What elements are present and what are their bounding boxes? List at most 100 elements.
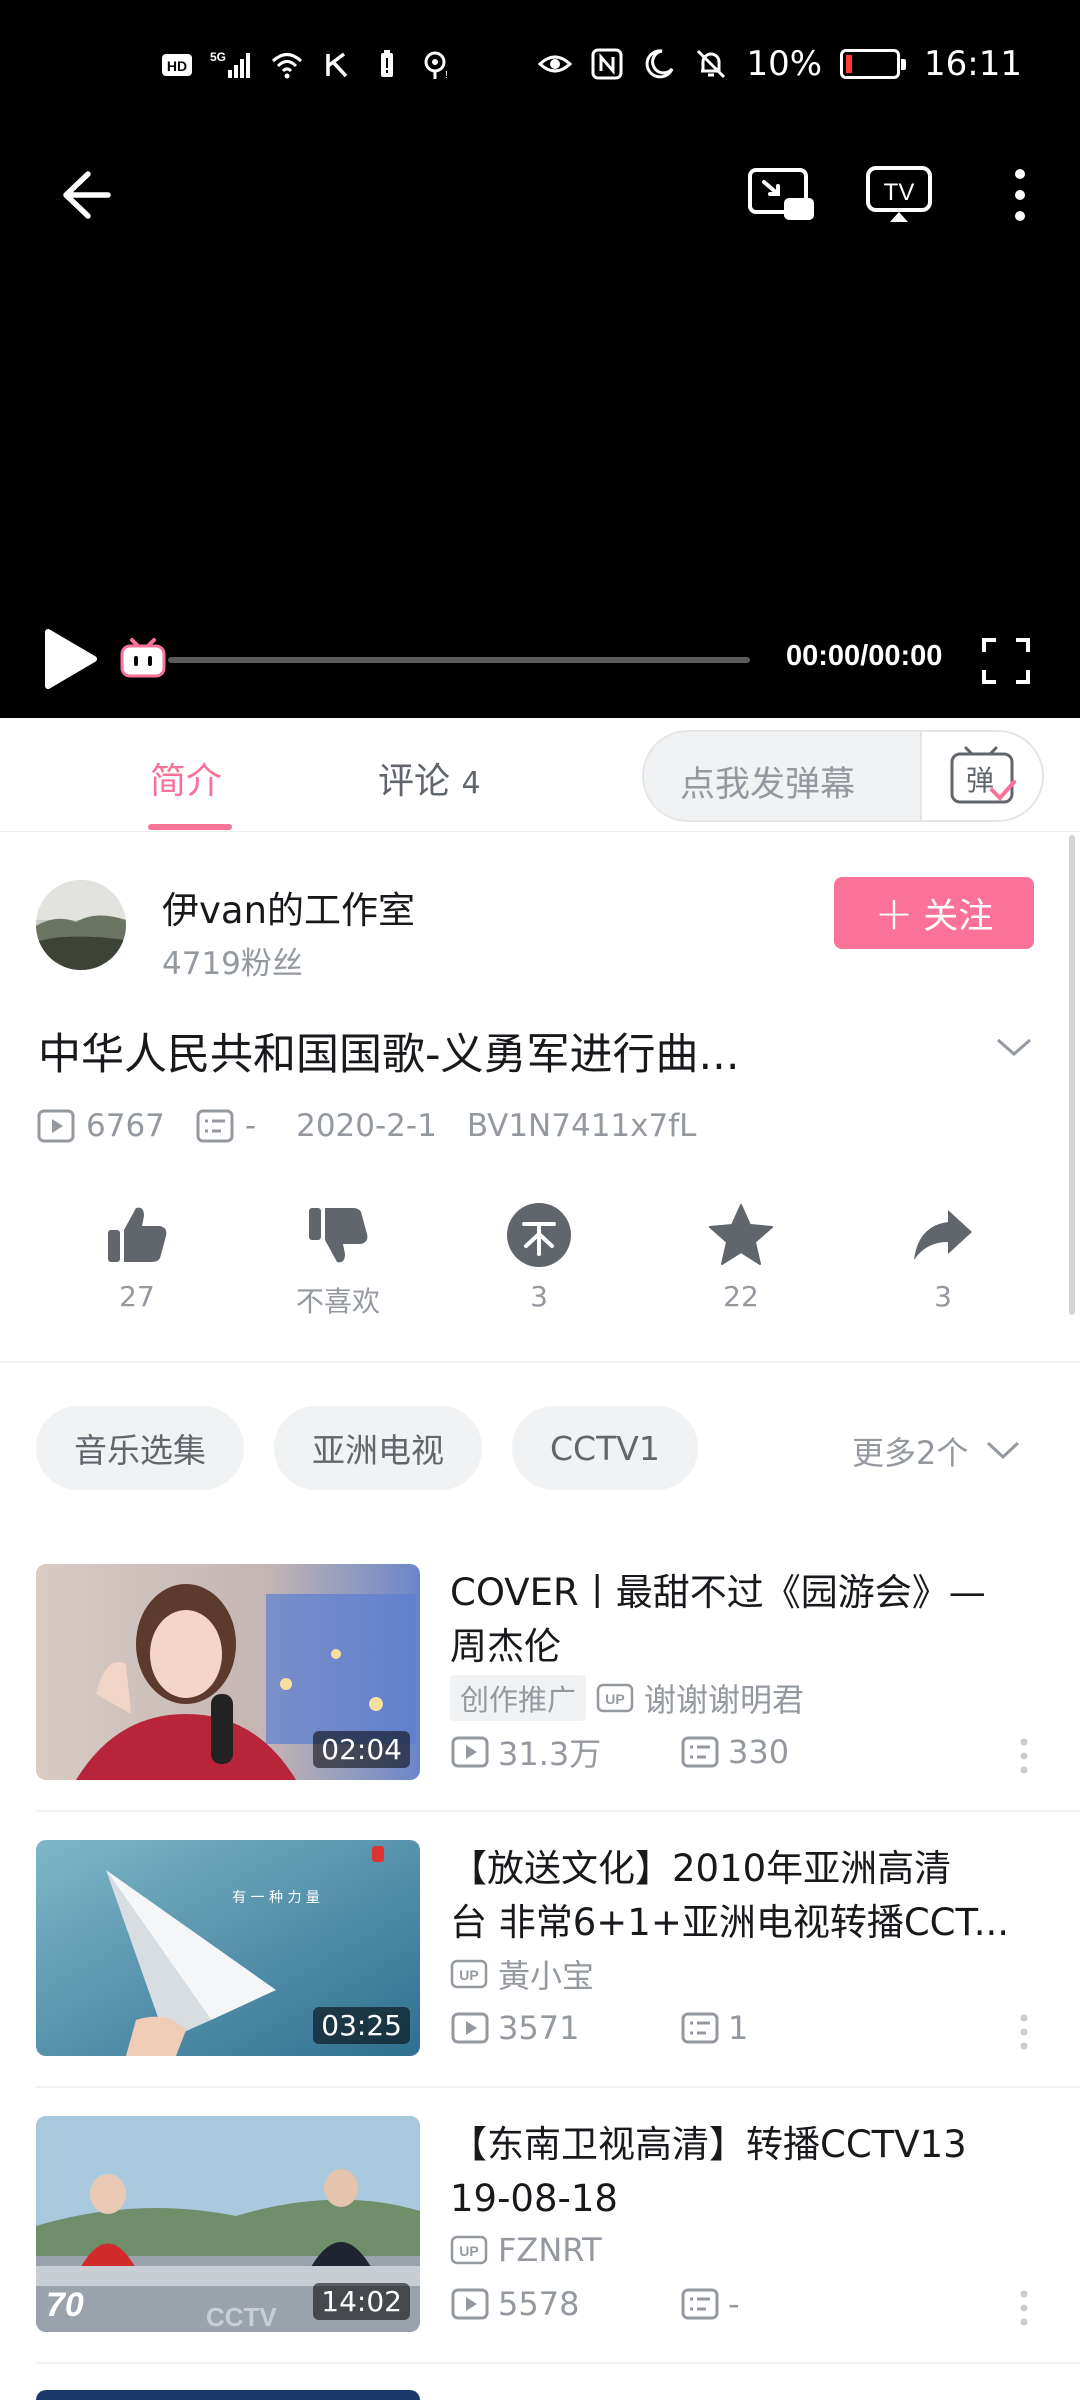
video-duration: 14:02 <box>313 2283 410 2320</box>
thumbs-down-icon <box>309 1208 368 1263</box>
tv-cast-icon[interactable]: TV <box>864 164 934 226</box>
tab-comments[interactable]: 评论 4 <box>378 752 481 804</box>
svg-text:5G: 5G <box>210 50 226 64</box>
danmaku-count-icon <box>681 2012 719 2044</box>
recommended-video-title[interactable]: COVER丨最甜不过《园游会》— 周杰伦 <box>450 1566 1040 1674</box>
uploader-name[interactable]: 谢谢谢明君 <box>644 1675 804 1721</box>
svg-text:UP: UP <box>605 1691 624 1707</box>
action-bar: 27 不喜欢 3 22 3 <box>0 1200 1080 1330</box>
fullscreen-icon[interactable] <box>980 636 1032 686</box>
recommended-video[interactable]: 70 CCTV 14:02 【东南卫视高清】转播CCTV13 19-08-18 … <box>36 2116 1044 2332</box>
danmaku-count: 1 <box>728 2009 749 2047</box>
danmaku-toggle-button[interactable]: 弹 <box>920 732 1042 820</box>
video-thumbnail[interactable]: 70 CCTV 14:02 <box>36 2116 420 2332</box>
coin-button[interactable]: 3 <box>469 1200 609 1313</box>
recommended-video-title[interactable]: 【东南卫视高清】转播CCTV13 19-08-18 <box>450 2118 1040 2226</box>
clock: 16:11 <box>924 44 1022 84</box>
favorite-button[interactable]: 22 <box>671 1200 811 1313</box>
danmaku-count-icon <box>196 1109 234 1143</box>
tab-comments-label: 评论 <box>378 761 451 802</box>
video-stats: 31.3万 330 <box>450 1728 789 1776</box>
danmaku-count-icon <box>681 2288 719 2320</box>
divider <box>36 2362 1080 2364</box>
danmaku-count: 330 <box>728 1733 790 1771</box>
recommended-video[interactable]: 02:04 COVER丨最甜不过《园游会》— 周杰伦 创作推广 UP 谢谢谢明君… <box>36 1564 1044 1780</box>
publish-date: 2020-2-1 <box>296 1108 437 1144</box>
battery-percent: 10% <box>746 44 823 84</box>
uploader-fans: 4719粉丝 <box>162 946 303 982</box>
danmaku-count: - <box>244 1108 257 1144</box>
uploader-name[interactable]: 黃小宝 <box>498 1951 594 1997</box>
battery-saver-icon <box>381 50 393 77</box>
title-line: 【放送文化】2010年亚洲高清 <box>450 1847 952 1890</box>
like-button[interactable]: 27 <box>67 1200 207 1313</box>
up-badge-icon: UP <box>450 2235 488 2265</box>
uploader-row: UP FZNRT <box>450 2226 602 2274</box>
recommended-video-title[interactable]: 【放送文化】2010年亚洲高清 台 非常6+1+亚洲电视转播CCT... <box>450 1842 1040 1950</box>
svg-text:UP: UP <box>459 1967 478 1983</box>
follow-button[interactable]: + 关注 <box>834 877 1034 949</box>
back-arrow-icon[interactable] <box>52 162 118 228</box>
hotspot-icon: ! <box>424 51 448 81</box>
star-icon <box>709 1204 773 1265</box>
video-thumbnail[interactable]: 02:04 <box>36 1564 420 1780</box>
picture-in-picture-icon[interactable] <box>746 164 816 226</box>
video-thumbnail[interactable] <box>36 2390 420 2400</box>
video-player[interactable]: HD 5G ! 10% 16:11 TV 00:00/00:00 <box>0 0 1080 718</box>
danmaku-input[interactable]: 点我发弹幕 弹 <box>642 730 1044 822</box>
more-vertical-icon[interactable] <box>1014 2012 1034 2052</box>
time-display: 00:00/00:00 <box>786 640 943 672</box>
up-badge-icon: UP <box>450 1959 488 1989</box>
tag-item[interactable]: 音乐选集 <box>36 1406 244 1490</box>
play-count-icon <box>37 1109 75 1143</box>
avatar[interactable] <box>36 880 126 970</box>
play-icon[interactable] <box>40 624 100 694</box>
play-count-icon <box>451 2288 489 2320</box>
video-thumbnail[interactable]: 有 一 种 力 量 03:25 <box>36 1840 420 2056</box>
danmaku-tv-icon: 弹 <box>950 746 1016 804</box>
5g-signal-icon: 5G <box>210 50 250 78</box>
tag-item[interactable]: 亚洲电视 <box>274 1406 482 1490</box>
uploader-name[interactable]: FZNRT <box>498 2231 602 2269</box>
progress-bar[interactable] <box>168 657 750 663</box>
more-vertical-icon[interactable] <box>1014 2288 1034 2328</box>
thumbs-up-icon <box>108 1207 167 1262</box>
more-tags-label: 更多2个 <box>852 1434 969 1472</box>
svg-text:有 一 种 力 量: 有 一 种 力 量 <box>232 1890 320 1906</box>
share-button[interactable]: 3 <box>873 1200 1013 1313</box>
more-vertical-icon[interactable] <box>1000 164 1040 226</box>
uploader-name[interactable]: 伊van的工作室 <box>162 880 415 934</box>
tab-bar: 简介 评论 4 点我发弹幕 弹 <box>0 718 1080 832</box>
danmaku-count: - <box>728 2285 740 2323</box>
video-meta: 6767 - 2020-2-1 BV1N7411x7fL <box>36 1104 696 1148</box>
more-vertical-icon[interactable] <box>1014 1736 1034 1776</box>
title-line: 台 非常6+1+亚洲电视转播CCT... <box>450 1901 1010 1944</box>
chevron-down-icon <box>987 1441 1020 1460</box>
title-line: 【东南卫视高清】转播CCTV13 <box>450 2123 967 2166</box>
share-arrow-icon <box>914 1210 972 1260</box>
progress-thumb-tv-icon[interactable] <box>118 634 168 682</box>
like-count: 27 <box>119 1280 155 1313</box>
view-count: 5578 <box>498 2285 580 2323</box>
tab-intro[interactable]: 简介 <box>150 752 222 804</box>
tab-comments-count: 4 <box>461 766 481 801</box>
divider <box>36 1810 1080 1812</box>
chevron-down-icon[interactable] <box>994 1032 1034 1062</box>
view-count: 6767 <box>86 1108 165 1144</box>
mute-icon <box>697 49 726 79</box>
divider <box>0 1361 1080 1363</box>
video-stats: 5578 - <box>450 2280 740 2328</box>
hd-icon: HD <box>162 54 192 76</box>
video-title: 中华人民共和国国歌-义勇军进行曲... <box>38 1030 740 1080</box>
more-tags-button[interactable]: 更多2个 <box>852 1428 1022 1474</box>
recommended-video[interactable]: 有 一 种 力 量 03:25 【放送文化】2010年亚洲高清 台 非常6+1+… <box>36 1840 1044 2056</box>
divider <box>36 2086 1080 2088</box>
up-badge-icon: UP <box>596 1683 634 1713</box>
uploader-row: UP 黃小宝 <box>450 1950 594 1998</box>
avatar-image <box>36 880 126 970</box>
dislike-button[interactable]: 不喜欢 <box>268 1200 408 1320</box>
coin-count: 3 <box>530 1280 548 1313</box>
tag-item[interactable]: CCTV1 <box>512 1406 698 1490</box>
tag-list: 音乐选集 亚洲电视 CCTV1 <box>36 1406 698 1490</box>
video-stats: 3571 1 <box>450 2004 748 2052</box>
